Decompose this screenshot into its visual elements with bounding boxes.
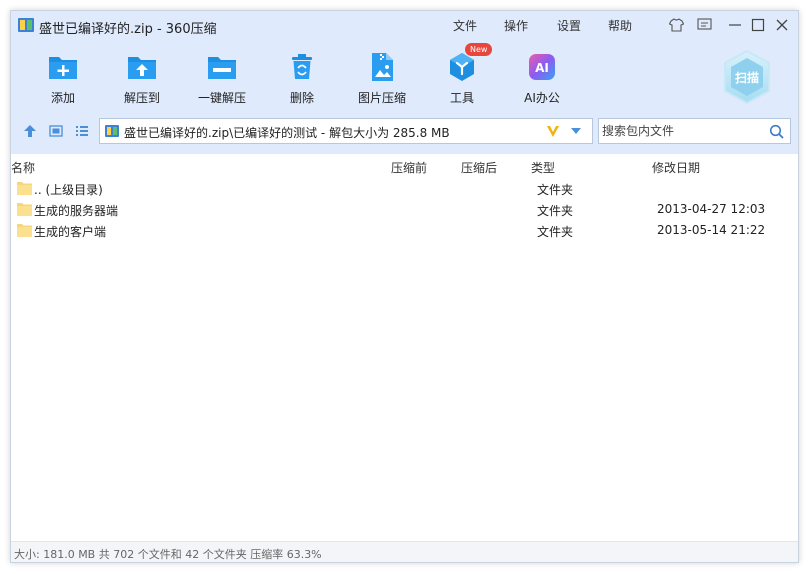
folder-icon <box>17 203 32 216</box>
add-folder-icon <box>49 57 77 79</box>
menu-file[interactable]: 文件 <box>453 17 477 34</box>
tools-label: 工具 <box>449 91 474 105</box>
item-type: 文件夹 <box>537 183 574 197</box>
status-bar: 大小: 181.0 MB 共 702 个文件和 42 个文件夹 压缩率 63.3… <box>11 541 798 562</box>
folder-icon <box>17 182 32 195</box>
menu-help[interactable]: 帮助 <box>608 17 632 34</box>
one-click-extract-label: 一键解压 <box>197 91 246 105</box>
minimize-icon[interactable] <box>726 16 744 34</box>
zip-archive-icon <box>18 18 34 32</box>
item-type: 文件夹 <box>537 204 574 218</box>
status-text: 大小: 181.0 MB 共 702 个文件和 42 个文件夹 压缩率 63.3… <box>14 548 322 561</box>
one-click-extract-icon <box>208 57 236 79</box>
v-logo-icon[interactable] <box>546 124 560 138</box>
tools-button[interactable]: 工具 <box>422 49 502 117</box>
item-name: 生成的客户端 <box>34 225 107 239</box>
address-bar[interactable]: 盛世已编译好的.zip\已编译好的测试 - 解包大小为 285.8 MB <box>99 118 593 144</box>
image-compress-button[interactable]: 图片压缩 <box>342 49 422 117</box>
item-date: 2013-04-27 12:03 <box>657 202 766 216</box>
column-before[interactable]: 压缩前 <box>391 159 427 176</box>
list-header: 名称 压缩前 压缩后 类型 修改日期 <box>11 155 798 175</box>
list-view-icon[interactable] <box>74 123 90 139</box>
list-item[interactable]: .. (上级目录) 文件夹 <box>11 178 798 199</box>
delete-label: 删除 <box>289 91 314 105</box>
trash-icon <box>292 54 312 79</box>
column-modified[interactable]: 修改日期 <box>652 159 700 176</box>
image-compress-label: 图片压缩 <box>357 91 406 105</box>
ai-icon-text: AI <box>535 61 549 75</box>
ai-office-icon: AI <box>529 54 555 80</box>
ai-office-button[interactable]: AI AI办公 <box>502 49 582 117</box>
chevron-down-icon[interactable] <box>570 127 582 135</box>
image-compress-icon <box>372 53 393 81</box>
extract-folder-icon <box>128 57 156 79</box>
maximize-icon[interactable] <box>749 16 767 34</box>
item-name: .. (上级目录) <box>34 183 103 197</box>
search-box <box>598 118 791 144</box>
column-type[interactable]: 类型 <box>531 159 555 176</box>
item-name: 生成的服务器端 <box>34 204 119 218</box>
up-arrow-icon[interactable] <box>22 123 38 139</box>
extract-to-button[interactable]: 解压到 <box>102 49 182 117</box>
title-bar: 盛世已编译好的.zip - 360压缩 文件 操作 设置 帮助 <box>11 11 798 39</box>
item-date: 2013-05-14 21:22 <box>657 223 766 237</box>
address-path: 盛世已编译好的.zip\已编译好的测试 - 解包大小为 285.8 MB <box>124 126 450 140</box>
new-badge: New <box>465 43 493 56</box>
column-after[interactable]: 压缩后 <box>461 159 497 176</box>
feedback-icon[interactable] <box>695 16 713 34</box>
ai-office-label: AI办公 <box>524 91 560 105</box>
list-item[interactable]: 生成的服务器端 文件夹 2013-04-27 12:03 <box>11 199 798 220</box>
column-name[interactable]: 名称 <box>11 159 35 176</box>
app-window: 盛世已编译好的.zip - 360压缩 文件 操作 设置 帮助 添加 解压到 一… <box>10 10 799 563</box>
item-type: 文件夹 <box>537 225 574 239</box>
skin-shirt-icon[interactable] <box>667 16 685 34</box>
scan-button[interactable]: 扫描 <box>722 49 772 105</box>
search-input[interactable] <box>600 120 760 142</box>
thumbnail-view-icon[interactable] <box>48 123 64 139</box>
add-button[interactable]: 添加 <box>23 49 103 117</box>
menu-settings[interactable]: 设置 <box>557 17 581 34</box>
extract-to-label: 解压到 <box>123 91 160 105</box>
one-click-extract-button[interactable]: 一键解压 <box>182 49 262 117</box>
search-icon[interactable] <box>769 124 784 139</box>
close-icon[interactable] <box>773 16 791 34</box>
window-title: 盛世已编译好的.zip - 360压缩 <box>39 22 217 37</box>
folder-icon <box>17 224 32 237</box>
top-panel: 盛世已编译好的.zip - 360压缩 文件 操作 设置 帮助 添加 解压到 一… <box>11 11 798 154</box>
scan-label: 扫描 <box>734 71 759 85</box>
add-label: 添加 <box>50 91 75 105</box>
list-item[interactable]: 生成的客户端 文件夹 2013-05-14 21:22 <box>11 220 798 241</box>
zip-archive-icon <box>105 125 119 137</box>
delete-button[interactable]: 删除 <box>262 49 342 117</box>
menu-operate[interactable]: 操作 <box>504 17 528 34</box>
